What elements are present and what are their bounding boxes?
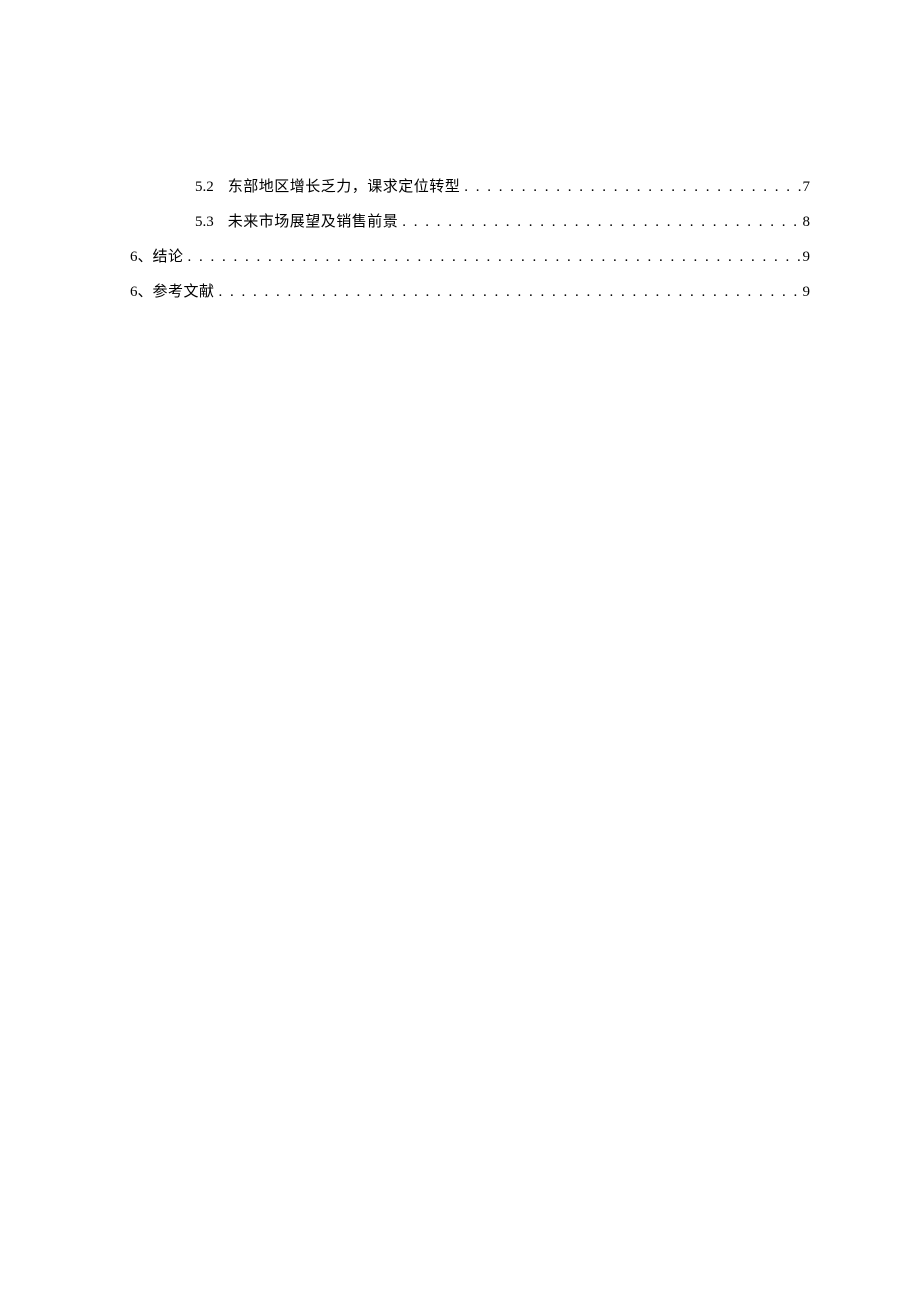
toc-entry-number: 5.2 <box>195 179 214 196</box>
toc-leader-dots: . . . . . . . . . . . . . . . . . . . . … <box>460 179 800 196</box>
toc-entry-title: 参考文献 <box>153 280 215 301</box>
toc-entry-title: 未来市场展望及销售前景 <box>228 210 399 231</box>
toc-entry-page: 9 <box>801 284 811 301</box>
toc-entry-number: 6、 <box>130 245 153 266</box>
toc-leader-dots: . . . . . . . . . . . . . . . . . . . . … <box>184 249 801 266</box>
toc-entry-page: 9 <box>801 249 811 266</box>
toc-entry-page: 7 <box>801 179 811 196</box>
toc-entry: 6、 结论 . . . . . . . . . . . . . . . . . … <box>130 245 810 266</box>
toc-entry: 6、 参考文献 . . . . . . . . . . . . . . . . … <box>130 280 810 301</box>
toc-leader-dots: . . . . . . . . . . . . . . . . . . . . … <box>215 284 801 301</box>
toc-entry-number: 6、 <box>130 280 153 301</box>
toc-entry-number: 5.3 <box>195 214 214 231</box>
toc-entry-title: 东部地区增长乏力，课求定位转型 <box>228 175 461 196</box>
toc-entry-title: 结论 <box>153 245 184 266</box>
toc-entry-page: 8 <box>801 214 811 231</box>
toc-entry: 5.3 未来市场展望及销售前景 . . . . . . . . . . . . … <box>130 210 810 231</box>
toc-leader-dots: . . . . . . . . . . . . . . . . . . . . … <box>398 214 800 231</box>
toc-entry: 5.2 东部地区增长乏力，课求定位转型 . . . . . . . . . . … <box>130 175 810 196</box>
